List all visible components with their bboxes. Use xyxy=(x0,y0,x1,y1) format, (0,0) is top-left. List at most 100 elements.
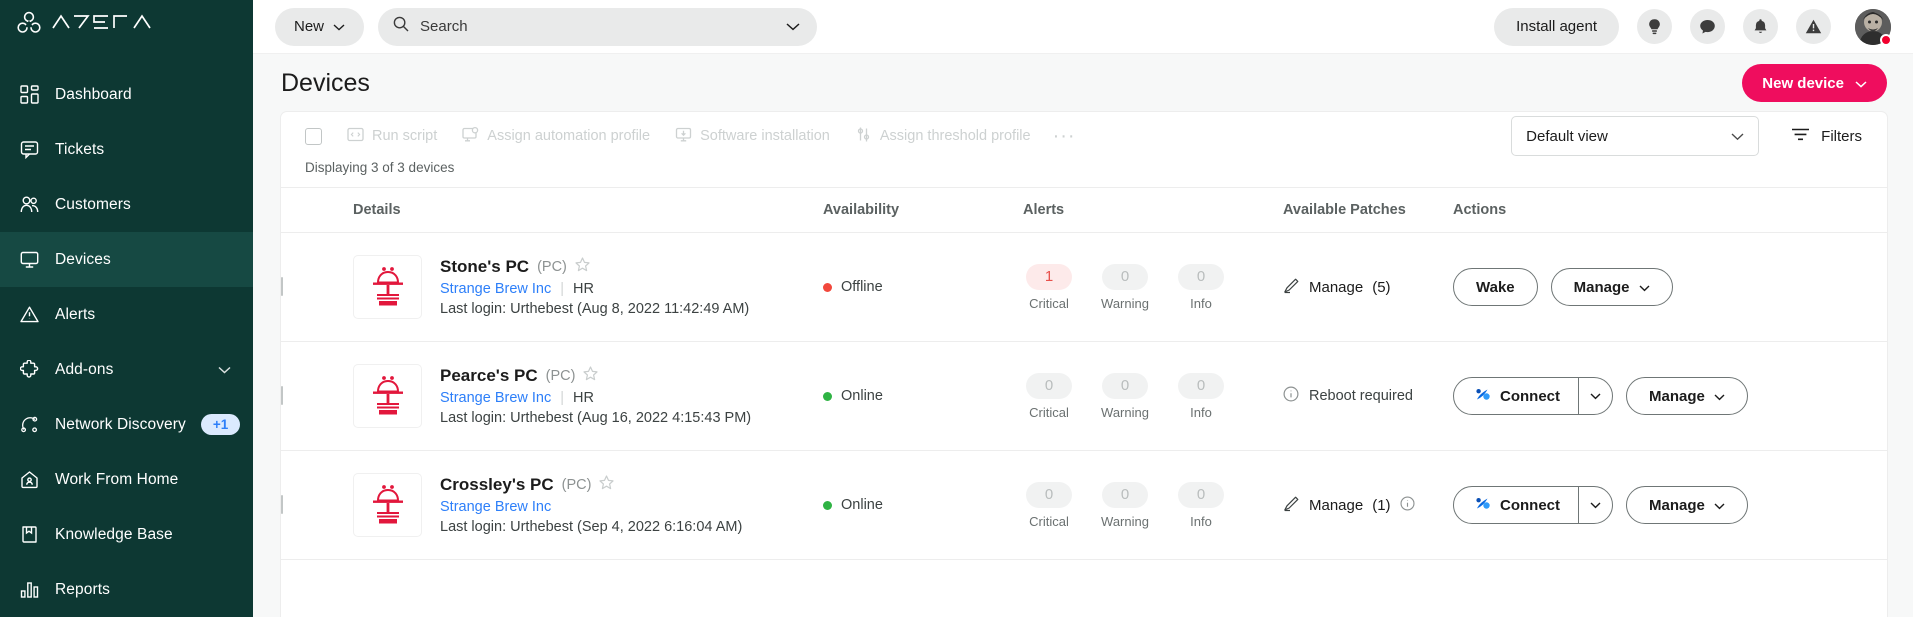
sidebar-item-customers[interactable]: Customers xyxy=(0,177,253,232)
sidebar-item-label: Network Discovery xyxy=(55,415,186,433)
table-row[interactable]: Crossley's PC (PC) Strange Brew Inc Last… xyxy=(281,450,1887,560)
sidebar-item-dashboard[interactable]: Dashboard xyxy=(0,67,253,122)
chevron-down-icon[interactable] xyxy=(786,18,800,36)
info-icon[interactable] xyxy=(1400,495,1415,515)
device-name[interactable]: Stone's PC xyxy=(440,257,529,277)
connect-dropdown-toggle[interactable] xyxy=(1578,378,1612,414)
info-icon[interactable] xyxy=(1283,386,1299,406)
alert-critical-count: 0 xyxy=(1026,481,1072,508)
sidebar-item-devices[interactable]: Devices xyxy=(0,232,253,287)
alert-warning[interactable]: 0 Warning xyxy=(1099,263,1151,311)
favorite-star-icon[interactable] xyxy=(575,257,590,277)
devices-panel: Run script Assign automation profile Sof… xyxy=(281,112,1887,617)
bulk-action-assign-threshold-profile: Assign threshold profile xyxy=(855,126,1031,147)
view-select[interactable]: Default view xyxy=(1511,116,1760,156)
manage-patches-link[interactable]: Manage (1) xyxy=(1283,495,1453,516)
alert-critical-count: 0 xyxy=(1026,372,1072,399)
device-customer[interactable]: Strange Brew Inc xyxy=(440,390,551,406)
network-discovery-badge: +1 xyxy=(200,414,241,435)
connect-split-button: Connect xyxy=(1453,377,1613,415)
connect-dropdown-toggle[interactable] xyxy=(1578,487,1612,523)
new-device-button[interactable]: New device xyxy=(1742,64,1887,102)
row-checkbox[interactable] xyxy=(281,386,283,405)
brand-logo[interactable] xyxy=(0,0,253,43)
new-device-label: New device xyxy=(1762,74,1844,92)
device-customer[interactable]: Strange Brew Inc xyxy=(440,499,551,515)
bell-icon[interactable] xyxy=(1743,9,1778,44)
chat-icon[interactable] xyxy=(1690,9,1725,44)
avatar[interactable] xyxy=(1855,8,1892,46)
sidebar-item-add-ons[interactable]: Add-ons xyxy=(0,342,253,397)
alert-info[interactable]: 0 Info xyxy=(1175,481,1227,529)
warning-icon[interactable] xyxy=(1796,9,1831,44)
alert-warning[interactable]: 0 Warning xyxy=(1099,372,1151,420)
alert-warning-label: Warning xyxy=(1101,404,1149,420)
alert-critical-label: Critical xyxy=(1029,295,1069,311)
alert-critical[interactable]: 0 Critical xyxy=(1023,372,1075,420)
patch-count: (1) xyxy=(1372,496,1391,514)
search-input[interactable]: Search xyxy=(378,7,818,46)
device-name[interactable]: Crossley's PC xyxy=(440,475,554,495)
connect-button-label: Connect xyxy=(1500,496,1560,514)
sidebar-item-work-from-home[interactable]: Work From Home xyxy=(0,452,253,507)
network-icon xyxy=(18,414,40,436)
patch-label: Manage xyxy=(1309,496,1364,514)
app-root: Dashboard Tickets Customers Devices Aler… xyxy=(0,0,1913,617)
sidebar-item-label: Reports xyxy=(55,580,110,598)
manage-patches-link[interactable]: Manage (5) xyxy=(1283,277,1453,298)
table-row[interactable]: Stone's PC (PC) Strange Brew Inc | HR La… xyxy=(281,232,1887,342)
column-header-checkbox xyxy=(281,187,353,233)
device-customer[interactable]: Strange Brew Inc xyxy=(440,281,551,297)
filters-button[interactable]: Filters xyxy=(1791,127,1862,146)
new-button[interactable]: New xyxy=(275,7,365,46)
connect-button-label: Connect xyxy=(1500,387,1560,405)
search-icon xyxy=(393,16,409,37)
patch-count: (5) xyxy=(1372,278,1391,296)
manage-button[interactable]: Manage xyxy=(1550,268,1673,306)
alert-info[interactable]: 0 Info xyxy=(1175,263,1227,311)
select-all-checkbox[interactable] xyxy=(305,127,322,145)
column-header-details[interactable]: Details xyxy=(353,187,823,233)
alert-warning[interactable]: 0 Warning xyxy=(1099,481,1151,529)
chevron-down-icon xyxy=(333,18,345,35)
row-checkbox[interactable] xyxy=(281,495,283,514)
wake-button[interactable]: Wake xyxy=(1453,268,1538,306)
bulk-overflow-menu[interactable]: ··· xyxy=(1053,126,1076,146)
install-agent-button[interactable]: Install agent xyxy=(1494,7,1619,46)
alert-info[interactable]: 0 Info xyxy=(1175,372,1227,420)
bulk-action-bar: Run script Assign automation profile Sof… xyxy=(281,112,1887,160)
connect-button[interactable]: Connect xyxy=(1454,378,1578,414)
atera-wordmark xyxy=(51,13,171,30)
connect-button[interactable]: Connect xyxy=(1454,487,1578,523)
manage-button[interactable]: Manage xyxy=(1626,486,1748,524)
alert-info-count: 0 xyxy=(1178,263,1224,290)
table-row[interactable]: Pearce's PC (PC) Strange Brew Inc | HR L… xyxy=(281,341,1887,451)
row-checkbox[interactable] xyxy=(281,277,283,296)
row-actions-cell: Connect Manage xyxy=(1453,450,1887,560)
device-count-text: Displaying 3 of 3 devices xyxy=(305,160,455,175)
column-header-availability[interactable]: Availability xyxy=(823,187,1023,233)
favorite-star-icon[interactable] xyxy=(599,475,615,495)
availability-label: Online xyxy=(841,388,883,404)
alert-critical[interactable]: 1 Critical xyxy=(1023,263,1075,311)
lightbulb-icon[interactable] xyxy=(1637,9,1672,44)
row-alerts-cell: 0 Critical 0 Warning 0 Info xyxy=(1023,341,1283,451)
column-header-alerts[interactable]: Alerts xyxy=(1023,187,1283,233)
chevron-down-icon xyxy=(1855,75,1867,92)
device-name[interactable]: Pearce's PC xyxy=(440,366,538,386)
top-bar: New Search Install agent xyxy=(253,0,1913,54)
sidebar-item-network-discovery[interactable]: Network Discovery +1 xyxy=(0,397,253,452)
sidebar-item-reports[interactable]: Reports xyxy=(0,562,253,617)
column-header-available-patches[interactable]: Available Patches xyxy=(1283,187,1453,233)
alert-critical[interactable]: 0 Critical xyxy=(1023,481,1075,529)
download-icon xyxy=(675,126,692,147)
sidebar-item-alerts[interactable]: Alerts xyxy=(0,287,253,342)
sidebar-item-label: Customers xyxy=(55,195,131,213)
favorite-star-icon[interactable] xyxy=(583,366,599,386)
row-checkbox-cell xyxy=(281,341,353,451)
sidebar-item-knowledge-base[interactable]: Knowledge Base xyxy=(0,507,253,562)
page-title: Devices xyxy=(281,68,370,97)
manage-button[interactable]: Manage xyxy=(1626,377,1748,415)
sidebar-item-tickets[interactable]: Tickets xyxy=(0,122,253,177)
row-checkbox-cell xyxy=(281,450,353,560)
